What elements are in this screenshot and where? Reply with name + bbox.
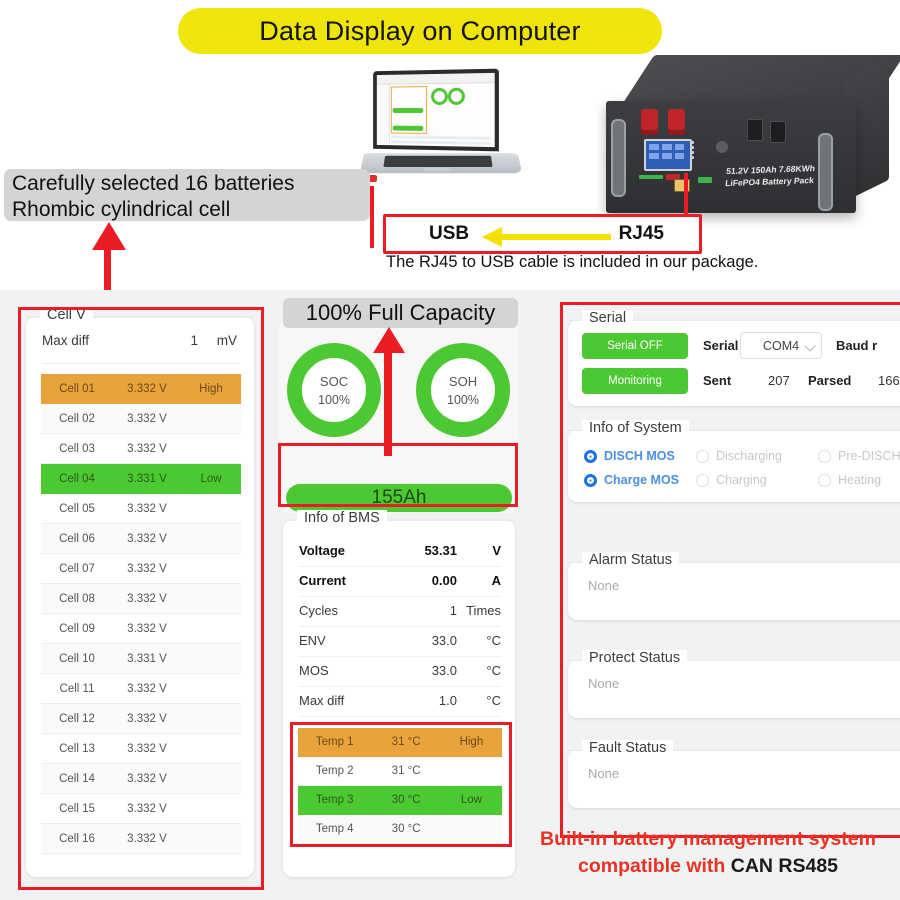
bms-row-unit: °C bbox=[486, 693, 501, 708]
cable-segment-laptop bbox=[370, 186, 374, 248]
bms-row-key: ENV bbox=[299, 633, 326, 648]
pack-spec-label: 51.2V 150Ah 7.68KWh LiFePO4 Battery Pack bbox=[725, 161, 848, 189]
bms-info-row: Current 0.00 A bbox=[299, 566, 501, 597]
laptop-keyboard bbox=[383, 155, 493, 168]
soc-label: SOC bbox=[319, 373, 349, 389]
bms-slogan-line2: compatible with CAN RS485 bbox=[520, 853, 896, 880]
pack-front-face: 51.2V 150Ah 7.68KWh LiFePO4 Battery Pack bbox=[606, 101, 856, 213]
yellow-arrow-head-icon bbox=[482, 227, 502, 247]
bms-row-key: Voltage bbox=[299, 543, 345, 558]
bms-slogan-line1: Built-in battery management system bbox=[540, 828, 876, 850]
bms-info-row: MOS 33.0 °C bbox=[299, 656, 501, 687]
soh-gauge: SOH 100% bbox=[416, 343, 510, 437]
bms-row-unit: °C bbox=[486, 663, 501, 678]
usb-rj45-callout: USB RJ45 bbox=[383, 214, 702, 254]
soh-value: 100% bbox=[447, 392, 479, 407]
highlight-box-temperature bbox=[290, 722, 512, 847]
laptop-base bbox=[359, 153, 523, 174]
bms-row-key: Max diff bbox=[299, 693, 345, 708]
screen-green-bar-1 bbox=[392, 108, 424, 113]
laptop-screen bbox=[376, 72, 495, 148]
pack-green-indicator bbox=[698, 177, 712, 183]
highlight-box-cell-voltage bbox=[18, 307, 264, 890]
screen-green-bar-2 bbox=[392, 125, 424, 131]
bms-info-row: Cycles 1 Times bbox=[299, 596, 501, 627]
page-title-banner: Data Display on Computer bbox=[178, 8, 662, 54]
bms-row-key: MOS bbox=[299, 663, 329, 678]
pack-terminal-positive bbox=[641, 109, 658, 135]
screen-toolbar bbox=[376, 72, 495, 85]
soc-value: 100% bbox=[318, 392, 350, 407]
bms-slogan-red: compatible with bbox=[577, 855, 731, 877]
screen-soh-ring bbox=[447, 87, 465, 105]
highlight-box-capacity bbox=[278, 443, 518, 507]
pack-handle-left bbox=[611, 119, 626, 197]
bms-row-value: 0.00 bbox=[431, 573, 457, 588]
callout-arrow-head-icon bbox=[92, 222, 126, 250]
soc-gauge: SOC 100% bbox=[287, 343, 381, 437]
laptop-lid bbox=[373, 68, 499, 152]
callout-line-2: Rhombic cylindrical cell bbox=[12, 198, 231, 221]
bms-row-value: 33.0 bbox=[431, 633, 457, 648]
pack-lcd-buttons bbox=[690, 141, 694, 161]
bms-info-row: Voltage 53.31 V bbox=[299, 536, 501, 567]
bms-row-key: Cycles bbox=[299, 603, 339, 618]
cable-note-text: The RJ45 to USB cable is included in our… bbox=[386, 253, 759, 271]
capacity-arrow-stem-icon bbox=[384, 351, 392, 456]
bms-panel-title: Info of BMS bbox=[297, 510, 387, 526]
screen-data-rows bbox=[390, 135, 491, 148]
capacity-arrow-head-icon bbox=[373, 327, 405, 353]
bms-row-value: 53.31 bbox=[424, 543, 457, 558]
bms-slogan-black: CAN RS485 bbox=[730, 855, 839, 877]
bms-row-key: Current bbox=[299, 573, 346, 588]
bms-info-row: ENV 33.0 °C bbox=[299, 626, 501, 657]
bms-slogan: Built-in battery management system compa… bbox=[520, 826, 896, 880]
screenshot-root: Data Display on Computer 51.2V 150Ah 7.6… bbox=[0, 0, 900, 900]
battery-pack-illustration: 51.2V 150Ah 7.68KWh LiFePO4 Battery Pack bbox=[600, 55, 900, 240]
highlight-box-right-column bbox=[560, 302, 900, 838]
bms-row-unit: Times bbox=[466, 603, 501, 618]
pack-lcd-display bbox=[644, 139, 692, 171]
battery-selection-callout: Carefully selected 16 batteries Rhombic … bbox=[4, 169, 370, 221]
yellow-arrow-line-icon bbox=[501, 234, 611, 240]
pack-terminal-negative bbox=[668, 109, 685, 135]
bms-row-unit: °C bbox=[486, 633, 501, 648]
pack-brand-logo-icon bbox=[716, 141, 728, 153]
bms-info-row: Max diff 1.0 °C bbox=[299, 686, 501, 717]
callout-line-1: Carefully selected 16 batteries bbox=[12, 172, 295, 195]
bms-row-unit: A bbox=[491, 573, 501, 588]
soh-label: SOH bbox=[448, 373, 478, 389]
pack-breaker-2 bbox=[770, 121, 786, 143]
rj45-label: RJ45 bbox=[618, 223, 664, 244]
laptop-illustration bbox=[359, 68, 523, 190]
bms-row-value: 1 bbox=[449, 603, 457, 618]
screen-sidebar bbox=[376, 84, 390, 146]
pack-breaker-1 bbox=[747, 119, 763, 141]
screen-soc-ring bbox=[431, 87, 448, 106]
full-capacity-badge: 100% Full Capacity bbox=[283, 298, 518, 328]
cable-segment-pack bbox=[684, 173, 688, 217]
usb-label: USB bbox=[429, 223, 470, 244]
bms-row-unit: V bbox=[492, 543, 501, 558]
pack-led-strip bbox=[639, 175, 663, 179]
laptop-trackpad bbox=[423, 167, 451, 172]
bms-row-value: 33.0 bbox=[431, 663, 457, 678]
bms-row-value: 1.0 bbox=[438, 693, 457, 708]
